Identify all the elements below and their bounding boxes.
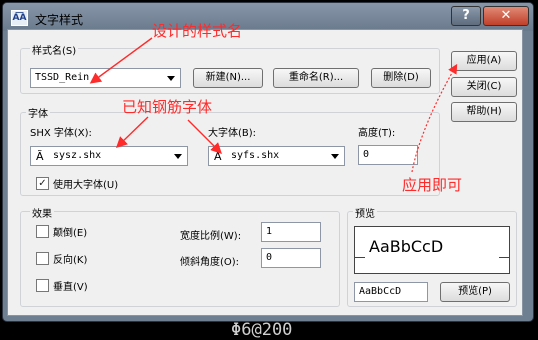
arrow-to-shx-font — [115, 116, 149, 148]
annotation-arrows — [89, 37, 458, 173]
arrow-to-style-name — [89, 37, 153, 84]
arrow-to-big-font — [187, 119, 222, 154]
arrow-to-apply — [411, 63, 458, 173]
background-drawing-text: Φ6@200 — [231, 320, 293, 340]
